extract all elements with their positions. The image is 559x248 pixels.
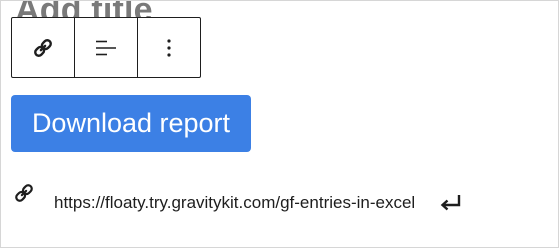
- align-button[interactable]: [75, 18, 138, 77]
- editor-canvas: Add title Download report https://floaty…: [0, 0, 559, 248]
- more-options-icon: [157, 36, 181, 60]
- align-left-icon: [94, 36, 118, 60]
- link-icon: [31, 36, 55, 60]
- download-report-button[interactable]: Download report: [11, 95, 251, 152]
- link-button[interactable]: [12, 18, 75, 77]
- enter-icon[interactable]: [437, 193, 465, 213]
- more-options-button[interactable]: [138, 18, 200, 77]
- url-input[interactable]: [54, 190, 415, 216]
- block-toolbar: [11, 17, 201, 78]
- link-icon: [12, 181, 36, 210]
